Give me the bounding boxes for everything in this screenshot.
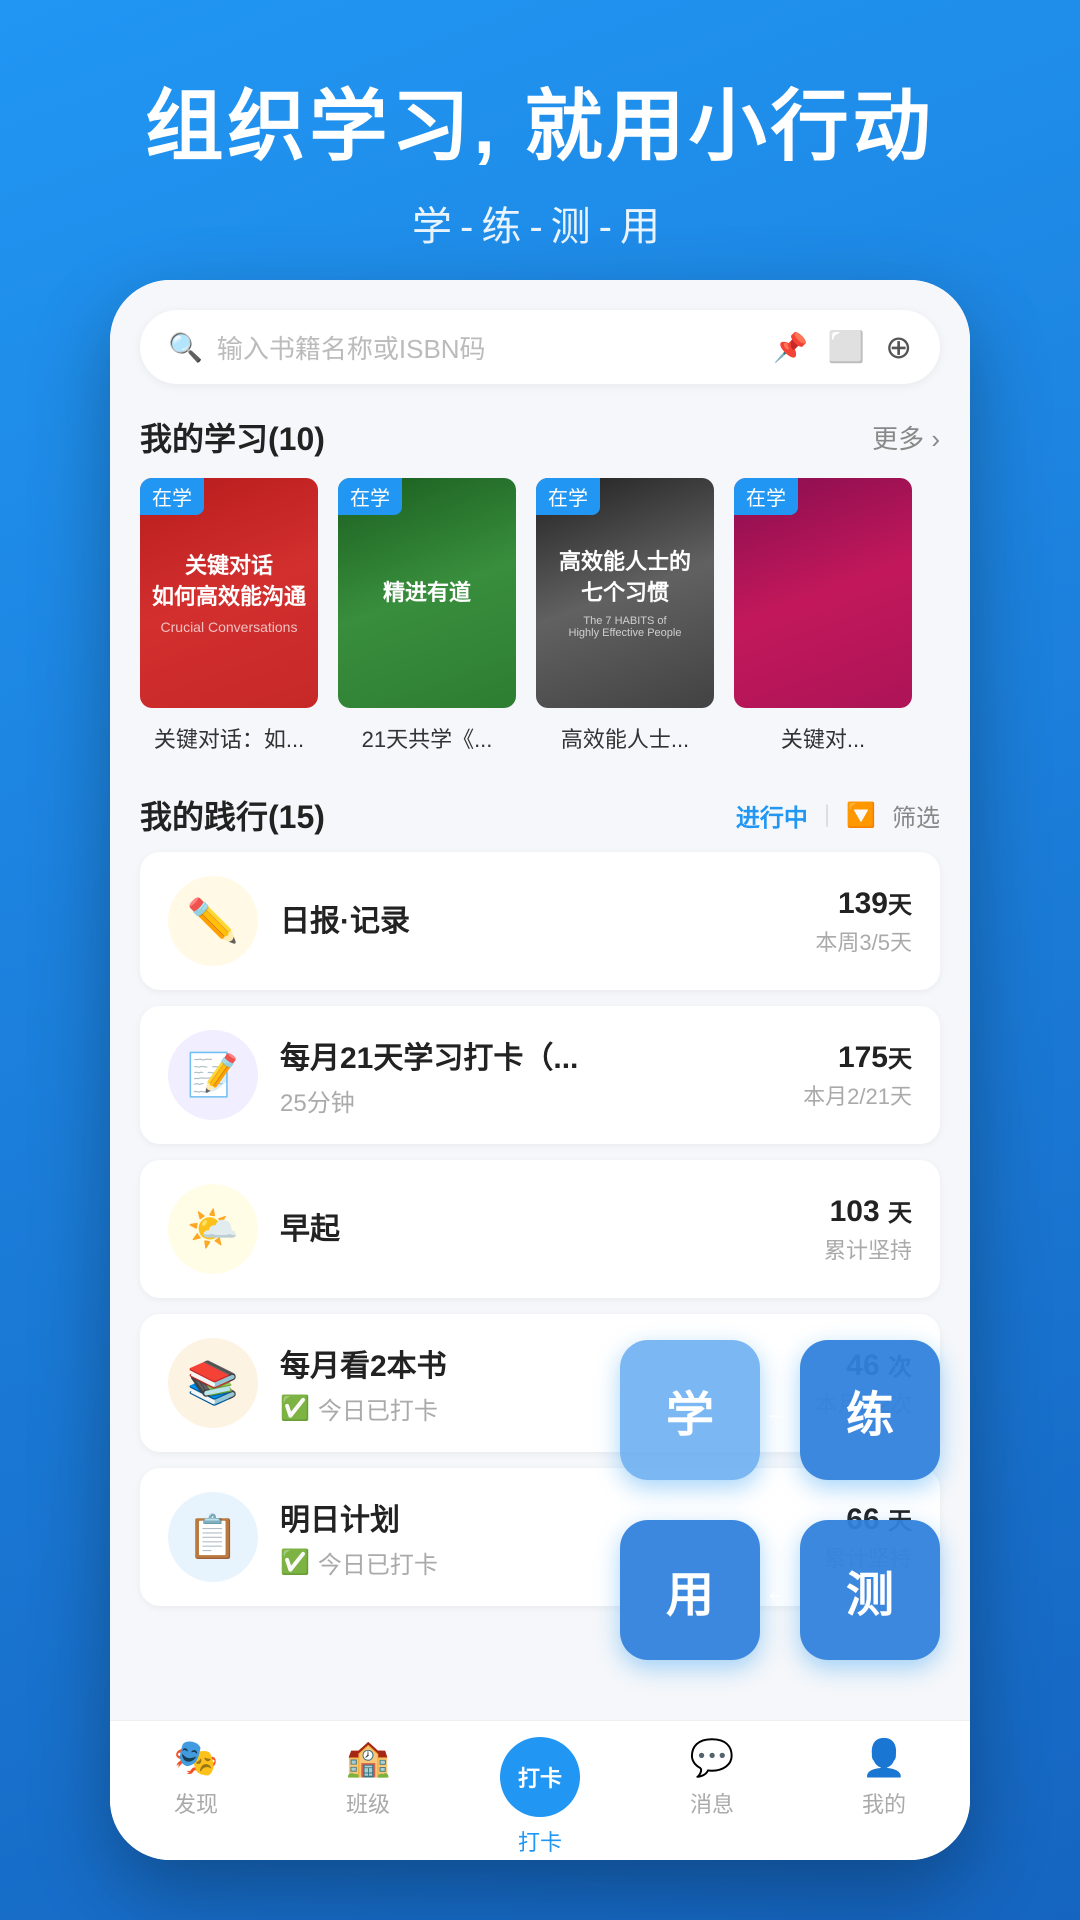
practice-item[interactable]: 🌤️ 早起 103 天 累计坚持 bbox=[140, 1160, 940, 1298]
phone-mockup: 🔍 输入书籍名称或ISBN码 📌 ⬜ ⊕ 我的学习(10) 更多 › bbox=[110, 280, 970, 1860]
filter-active[interactable]: 进行中 bbox=[736, 798, 808, 833]
nav-message[interactable]: 💬 消息 bbox=[626, 1737, 798, 1819]
practice-info-2: 每月21天学习打卡（... 25分钟 bbox=[280, 1033, 781, 1118]
header: 组织学习, 就用小行动 学-练-测-用 bbox=[0, 0, 1080, 292]
checkin-circle: 打卡 bbox=[500, 1737, 580, 1817]
filter-label[interactable]: 筛选 bbox=[892, 798, 940, 833]
phone-inner: 🔍 输入书籍名称或ISBN码 📌 ⬜ ⊕ 我的学习(10) 更多 › bbox=[110, 280, 970, 1860]
flow-btn-learn[interactable]: 学 bbox=[620, 1340, 760, 1480]
practice-info-1: 日报·记录 bbox=[280, 896, 793, 946]
search-placeholder-text: 输入书籍名称或ISBN码 bbox=[217, 329, 759, 366]
practice-icon-books: 📚 bbox=[168, 1338, 258, 1428]
flow-btn-test[interactable]: 测 bbox=[800, 1520, 940, 1660]
practice-icon-sunrise: 🌤️ bbox=[168, 1184, 258, 1274]
practice-item[interactable]: ✏️ 日报·记录 139天 本周3/5天 bbox=[140, 852, 940, 990]
practice-name-3: 早起 bbox=[280, 1204, 802, 1248]
book-item[interactable]: 精进有道 在学 21天共学《... bbox=[338, 478, 516, 754]
nav-discover[interactable]: 🎭 发现 bbox=[110, 1737, 282, 1819]
discover-icon: 🎭 bbox=[174, 1737, 219, 1779]
book-item[interactable]: 高效能人士的七个习惯 The 7 HABITS ofHighly Effecti… bbox=[536, 478, 714, 754]
books-scroll: 关键对话如何高效能沟通 Crucial Conversations 在学 关键对… bbox=[140, 478, 940, 764]
book-cover-text-2: 精进有道 bbox=[383, 578, 471, 609]
app-title: 组织学习, 就用小行动 bbox=[60, 80, 1020, 174]
learning-section-title: 我的学习(10) bbox=[140, 414, 325, 460]
book-tag-3: 在学 bbox=[536, 478, 600, 515]
nav-mine[interactable]: 👤 我的 bbox=[798, 1737, 970, 1819]
phone-frame: 🔍 输入书籍名称或ISBN码 📌 ⬜ ⊕ 我的学习(10) 更多 › bbox=[110, 280, 970, 1860]
filter-icon[interactable]: 🔽 bbox=[846, 801, 876, 830]
book-cover-2: 精进有道 在学 bbox=[338, 478, 516, 708]
book-title-2: 21天共学《... bbox=[338, 722, 516, 754]
book-title-4: 关键对... bbox=[734, 722, 912, 754]
checkin-label: 打卡 bbox=[518, 1761, 562, 1793]
practice-progress-1: 本周3/5天 bbox=[815, 925, 912, 957]
scan-icon[interactable]: ⬜ bbox=[828, 330, 865, 365]
practice-progress-2: 本月2/21天 bbox=[803, 1079, 912, 1111]
book-cover-en-3: The 7 HABITS ofHighly Effective People bbox=[569, 615, 682, 639]
flow-arrow-right: → bbox=[762, 1389, 798, 1431]
nav-class-label: 班级 bbox=[346, 1787, 390, 1819]
book-tag-2: 在学 bbox=[338, 478, 402, 515]
nav-mine-label: 我的 bbox=[862, 1787, 906, 1819]
nav-class[interactable]: 🏫 班级 bbox=[282, 1737, 454, 1819]
book-title-1: 关键对话：如... bbox=[140, 722, 318, 754]
nav-message-label: 消息 bbox=[690, 1787, 734, 1819]
practice-name-1: 日报·记录 bbox=[280, 896, 793, 940]
book-tag-4: 在学 bbox=[734, 478, 798, 515]
book-title-3: 高效能人士... bbox=[536, 722, 714, 754]
learning-section-header: 我的学习(10) 更多 › bbox=[140, 414, 940, 460]
practice-section-header: 我的践行(15) 进行中 | 🔽 筛选 bbox=[140, 792, 940, 838]
practice-stats-3: 103 天 累计坚持 bbox=[824, 1193, 912, 1265]
my-learning-section: 我的学习(10) 更多 › 关键对话如何高效能沟通 Crucial Conver… bbox=[110, 414, 970, 764]
flow-arrow-left: ← bbox=[762, 1569, 798, 1611]
book-cover-3: 高效能人士的七个习惯 The 7 HABITS ofHighly Effecti… bbox=[536, 478, 714, 708]
mine-icon: 👤 bbox=[862, 1737, 907, 1779]
check-icon-4: ✅ bbox=[280, 1394, 310, 1423]
nav-checkin[interactable]: 打卡 打卡 bbox=[454, 1737, 626, 1857]
practice-progress-3: 累计坚持 bbox=[824, 1233, 912, 1265]
practice-item[interactable]: 📝 每月21天学习打卡（... 25分钟 175天 本月2/21天 bbox=[140, 1006, 940, 1144]
search-bar[interactable]: 🔍 输入书籍名称或ISBN码 📌 ⬜ ⊕ bbox=[140, 310, 940, 384]
nav-checkin-label: 打卡 bbox=[518, 1825, 562, 1857]
practice-name-2: 每月21天学习打卡（... bbox=[280, 1033, 781, 1077]
book-cover-text-3: 高效能人士的七个习惯 bbox=[559, 547, 691, 609]
book-cover-text-1: 关键对话如何高效能沟通 bbox=[152, 551, 306, 613]
nav-discover-label: 发现 bbox=[174, 1787, 218, 1819]
search-icon: 🔍 bbox=[168, 331, 203, 364]
book-cover-1: 关键对话如何高效能沟通 Crucial Conversations 在学 bbox=[140, 478, 318, 708]
practice-icon-plan: 📋 bbox=[168, 1492, 258, 1582]
flow-overlay: 学 → 练 ↓ 用 ← 测 bbox=[620, 1340, 940, 1660]
practice-icon-monthly: 📝 bbox=[168, 1030, 258, 1120]
flow-btn-practice[interactable]: 练 bbox=[800, 1340, 940, 1480]
search-actions: 📌 ⬜ ⊕ bbox=[773, 328, 912, 366]
pin-icon[interactable]: 📌 bbox=[773, 331, 808, 364]
app-subtitle: 学-练-测-用 bbox=[60, 194, 1020, 252]
book-item[interactable]: 关键对话如何高效能沟通 Crucial Conversations 在学 关键对… bbox=[140, 478, 318, 754]
practice-days-1: 139天 bbox=[815, 885, 912, 921]
practice-stats-1: 139天 本周3/5天 bbox=[815, 885, 912, 957]
practice-info-3: 早起 bbox=[280, 1204, 802, 1254]
message-icon: 💬 bbox=[690, 1737, 735, 1779]
add-icon[interactable]: ⊕ bbox=[885, 328, 912, 366]
practice-section-title: 我的践行(15) bbox=[140, 792, 325, 838]
flow-btn-use[interactable]: 用 bbox=[620, 1520, 760, 1660]
check-icon-5: ✅ bbox=[280, 1548, 310, 1577]
book-tag-1: 在学 bbox=[140, 478, 204, 515]
practice-stats-2: 175天 本月2/21天 bbox=[803, 1039, 912, 1111]
filter-divider: | bbox=[824, 801, 830, 829]
learning-more-button[interactable]: 更多 › bbox=[872, 419, 940, 456]
flow-arrow-down: ↓ bbox=[771, 1479, 789, 1521]
class-icon: 🏫 bbox=[346, 1737, 391, 1779]
bottom-nav: 🎭 发现 🏫 班级 打卡 打卡 💬 消息 bbox=[110, 1720, 970, 1860]
book-item[interactable]: 在学 关键对... bbox=[734, 478, 912, 754]
practice-icon-daily: ✏️ bbox=[168, 876, 258, 966]
practice-days-2: 175天 bbox=[803, 1039, 912, 1075]
book-cover-4: 在学 bbox=[734, 478, 912, 708]
practice-days-3: 103 天 bbox=[824, 1193, 912, 1229]
practice-filters: 进行中 | 🔽 筛选 bbox=[736, 798, 940, 833]
practice-sub-2: 25分钟 bbox=[280, 1083, 781, 1118]
book-cover-en-1: Crucial Conversations bbox=[161, 619, 298, 635]
